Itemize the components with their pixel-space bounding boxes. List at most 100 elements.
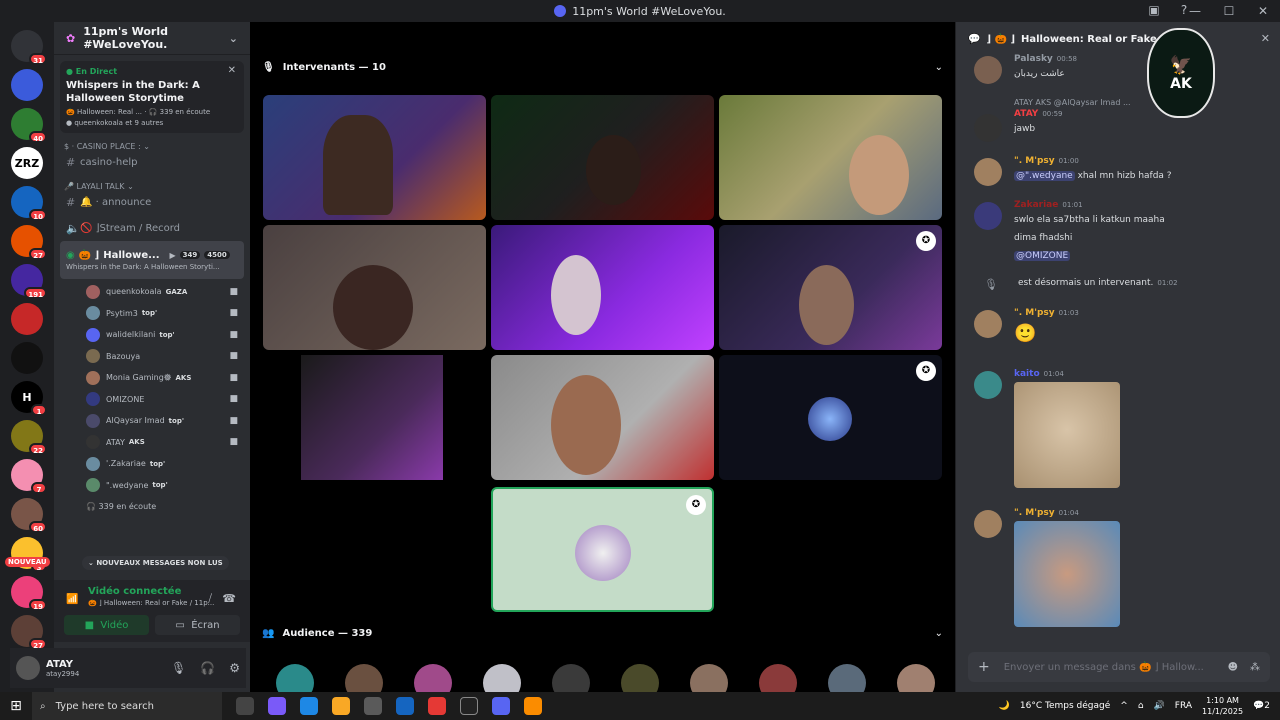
voice-member[interactable]: AlQaysar Imad top' ■ bbox=[54, 410, 250, 432]
channel-stream-record[interactable]: 🔈 🚫 ⌋ Stream / Record bbox=[54, 217, 250, 239]
microphone-icon[interactable]: 🎙 bbox=[171, 661, 186, 675]
video-button[interactable]: ■ Vidéo bbox=[64, 615, 149, 635]
image-attachment[interactable] bbox=[1014, 382, 1120, 488]
sticker-icon[interactable]: ☻ bbox=[1228, 662, 1238, 673]
speaker-tile[interactable] bbox=[491, 355, 714, 480]
clock[interactable]: 1:10 AM 11/1/2025 bbox=[1202, 695, 1243, 717]
speaker-tile[interactable] bbox=[719, 95, 942, 220]
author-name[interactable]: ". M'psy bbox=[1014, 308, 1055, 318]
author-name[interactable]: kaito bbox=[1014, 369, 1040, 379]
speaker-tile[interactable] bbox=[263, 225, 486, 350]
speaker-tile[interactable] bbox=[263, 355, 486, 480]
speakers-header[interactable]: 🎙 Intervenants — 10 bbox=[262, 62, 386, 73]
copilot-icon[interactable] bbox=[268, 697, 286, 715]
apps-icon[interactable]: ⁂ bbox=[1250, 662, 1260, 673]
speaker-tile[interactable]: ✪ bbox=[719, 225, 942, 350]
author-name[interactable]: ". M'psy bbox=[1014, 508, 1055, 518]
category-layali[interactable]: 🎤 LAYALI TALK ⌄ bbox=[54, 182, 250, 191]
avatar[interactable] bbox=[16, 656, 40, 680]
edge-icon[interactable] bbox=[300, 697, 318, 715]
chrome-icon[interactable] bbox=[428, 697, 446, 715]
server-icon[interactable]: 27 bbox=[11, 615, 47, 650]
server-icon[interactable]: 31 bbox=[11, 30, 47, 65]
channel-announce[interactable]: # 🔔 · announce bbox=[54, 191, 250, 213]
audience-header[interactable]: 👥 Audience — 339 bbox=[262, 628, 372, 639]
minimize-button[interactable]: — bbox=[1178, 0, 1212, 22]
avatar[interactable] bbox=[974, 202, 1002, 230]
screen-share-button[interactable]: ▭ Écran bbox=[155, 615, 240, 635]
server-icon[interactable]: ZRZ bbox=[11, 147, 43, 179]
add-icon[interactable]: + bbox=[978, 659, 990, 675]
server-icon[interactable]: 7 bbox=[11, 459, 47, 494]
taskbar-search[interactable]: ⌕ Type here to search bbox=[32, 692, 222, 720]
author-name[interactable]: ". M'psy bbox=[1014, 156, 1055, 166]
server-icon[interactable]: 40 bbox=[11, 108, 47, 143]
server-header[interactable]: ✿ 11pm's World #WeLoveYou. ⌄ bbox=[54, 22, 250, 55]
speaker-tile[interactable] bbox=[263, 95, 486, 220]
author-name[interactable]: ATAY bbox=[1014, 109, 1038, 119]
avatar[interactable] bbox=[974, 310, 1002, 338]
server-icon[interactable]: 10 bbox=[11, 186, 47, 221]
category-casino[interactable]: $ · Casino Place : ⌄ bbox=[54, 142, 250, 151]
voice-member[interactable]: Bazouya ■ bbox=[54, 346, 250, 368]
server-icon[interactable]: 19 bbox=[11, 576, 47, 611]
live-event-card[interactable]: ● En Direct Whispers in the Dark: A Hall… bbox=[60, 61, 244, 133]
avatar[interactable] bbox=[974, 56, 1002, 84]
server-icon[interactable]: 22 bbox=[11, 420, 47, 455]
server-icon[interactable]: H1 bbox=[11, 381, 47, 416]
avatar[interactable] bbox=[974, 158, 1002, 186]
author-name[interactable]: Zakariae bbox=[1014, 200, 1058, 210]
gear-icon[interactable]: ⚙ bbox=[229, 661, 240, 675]
reply-preview[interactable]: ATAY AKS @AlQaysar Imad ... bbox=[1014, 98, 1274, 107]
new-badge[interactable]: NOUVEAU bbox=[5, 557, 50, 567]
obs-icon[interactable] bbox=[460, 697, 478, 715]
speaker-tile[interactable]: ✪ bbox=[719, 355, 942, 480]
server-icon[interactable]: 60 bbox=[11, 498, 47, 533]
network-icon[interactable]: ⌂ bbox=[1138, 701, 1144, 711]
close-icon[interactable]: ✕ bbox=[1261, 32, 1270, 45]
image-attachment[interactable] bbox=[1014, 521, 1120, 627]
explorer-icon[interactable] bbox=[332, 697, 350, 715]
message-input[interactable]: + Envoyer un message dans 🎃 ⌋ Hallow... … bbox=[968, 652, 1270, 682]
voice-member[interactable]: ATAY AKS ■ bbox=[54, 432, 250, 454]
avatar[interactable] bbox=[974, 510, 1002, 538]
store-icon[interactable] bbox=[364, 697, 382, 715]
channel-casino-help[interactable]: # casino-help bbox=[54, 151, 250, 173]
weather-text[interactable]: 16°C Temps dégagé bbox=[1020, 701, 1110, 711]
speaker-tile[interactable]: ✪ bbox=[491, 487, 714, 612]
voice-member[interactable]: Monia Gaming𖣔 AKS ■ bbox=[54, 367, 250, 389]
windows-start-icon[interactable]: ⊞ bbox=[0, 698, 32, 714]
avatar[interactable] bbox=[974, 371, 1002, 399]
outlook-icon[interactable] bbox=[396, 697, 414, 715]
inbox-icon[interactable]: ▣ bbox=[1146, 3, 1162, 19]
speaker-tile[interactable] bbox=[491, 95, 714, 220]
chevron-down-icon[interactable]: ⌄ bbox=[935, 628, 943, 639]
user-mention[interactable]: @".wedyane bbox=[1014, 171, 1075, 181]
voice-member[interactable]: ".wedyane top' bbox=[54, 475, 250, 497]
voice-member[interactable]: '.Zakariae top' bbox=[54, 453, 250, 475]
chevron-down-icon[interactable]: ⌄ bbox=[935, 62, 943, 73]
close-icon[interactable]: ✕ bbox=[228, 65, 236, 76]
server-icon[interactable] bbox=[11, 69, 43, 101]
avatar[interactable] bbox=[974, 114, 1002, 142]
headphones-icon[interactable]: 🎧 bbox=[200, 661, 215, 675]
volume-icon[interactable]: 🔊 bbox=[1154, 701, 1165, 711]
voice-member[interactable]: OMIZONE ■ bbox=[54, 389, 250, 411]
user-mention[interactable]: @OMIZONE bbox=[1014, 251, 1071, 261]
voice-member[interactable]: queenkokoala GAZA ■ bbox=[54, 281, 250, 303]
discord-icon[interactable] bbox=[492, 697, 510, 715]
server-icon[interactable]: 191 bbox=[11, 264, 47, 299]
close-button[interactable]: ✕ bbox=[1246, 0, 1280, 22]
listening-count[interactable]: 🎧 339 en écoute bbox=[54, 496, 250, 518]
server-icon[interactable] bbox=[11, 342, 43, 374]
server-icon[interactable]: 27 bbox=[11, 225, 47, 260]
author-name[interactable]: Palasky bbox=[1014, 54, 1053, 64]
language-indicator[interactable]: FRA bbox=[1175, 701, 1192, 711]
tray-chevron-icon[interactable]: ^ bbox=[1120, 701, 1128, 711]
new-messages-pill[interactable]: ⌄ NOUVEAUX MESSAGES NON LUS bbox=[82, 556, 229, 570]
noise-suppression-icon[interactable]: ⧸ bbox=[208, 592, 212, 606]
speaker-tile[interactable] bbox=[491, 225, 714, 350]
voice-member[interactable]: walidelkilani top' ■ bbox=[54, 324, 250, 346]
disconnect-icon[interactable]: ☎ bbox=[222, 592, 236, 605]
task-view-icon[interactable] bbox=[236, 697, 254, 715]
